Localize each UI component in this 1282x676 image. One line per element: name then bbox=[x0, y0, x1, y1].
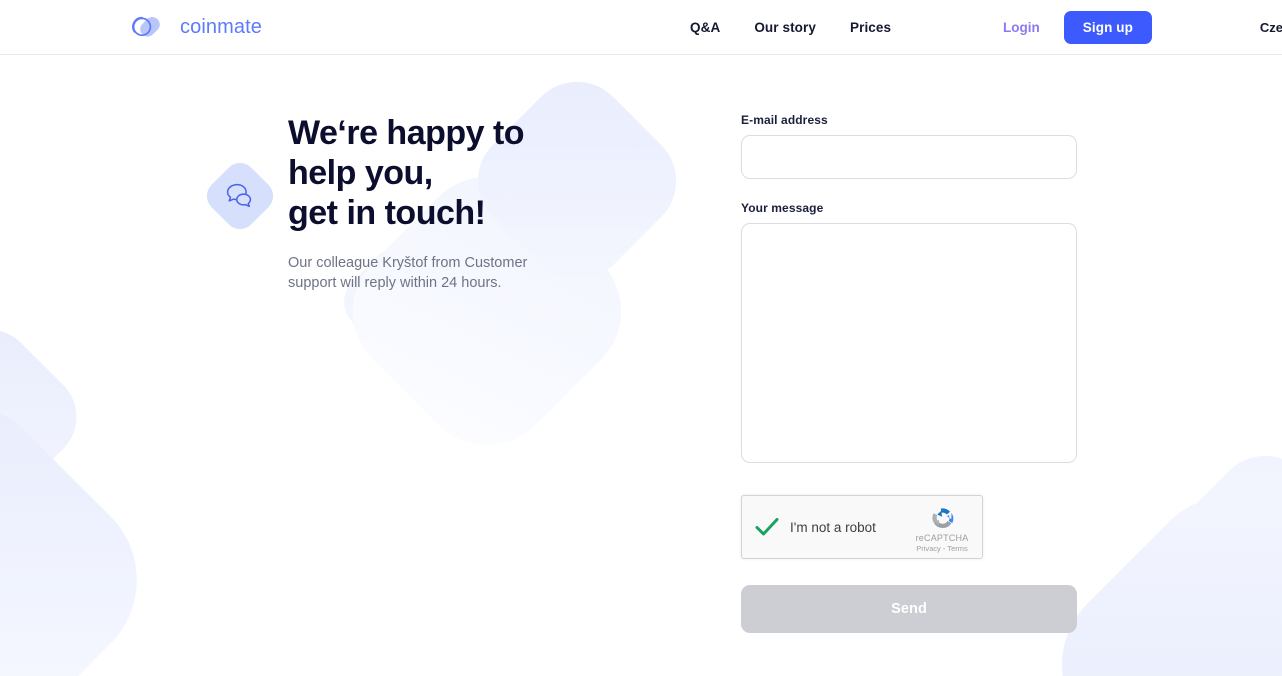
recaptcha-label: I'm not a robot bbox=[790, 519, 876, 535]
coinmate-logo-icon bbox=[130, 13, 172, 41]
brand-name: coinmate bbox=[180, 16, 262, 38]
page-main: We‘re happy to help you, get in touch! O… bbox=[0, 55, 1282, 676]
nav-item-qa[interactable]: Q&A bbox=[690, 20, 720, 35]
recaptcha-brand-name: reCAPTCHA bbox=[915, 533, 969, 543]
message-textarea[interactable] bbox=[741, 223, 1077, 463]
send-button[interactable]: Send bbox=[741, 585, 1077, 633]
message-label: Your message bbox=[741, 201, 824, 215]
auth-actions: Login Sign up Cze bbox=[1003, 0, 1282, 55]
sign-up-button[interactable]: Sign up bbox=[1063, 11, 1152, 44]
recaptcha-legal-links[interactable]: Privacy - Terms bbox=[911, 544, 973, 554]
email-field-block: E-mail address bbox=[741, 113, 1077, 179]
message-field-block: Your message bbox=[741, 201, 1077, 463]
hero-icon-glyph bbox=[212, 168, 268, 224]
email-input[interactable] bbox=[741, 135, 1077, 179]
contact-form: E-mail address Your message I'm not a ro… bbox=[741, 113, 1077, 633]
nav-item-prices[interactable]: Prices bbox=[850, 20, 891, 35]
brand-logo-link[interactable]: coinmate bbox=[130, 13, 262, 41]
login-link[interactable]: Login bbox=[1003, 20, 1040, 35]
email-label: E-mail address bbox=[741, 113, 828, 127]
language-label: Cze bbox=[1259, 20, 1282, 35]
hero-text: We‘re happy to help you, get in touch! O… bbox=[212, 113, 642, 293]
recaptcha-logo-icon bbox=[911, 503, 973, 533]
nav-item-our-story[interactable]: Our story bbox=[754, 20, 816, 35]
recaptcha-checkbox-checked-icon[interactable] bbox=[753, 513, 781, 541]
page-title: We‘re happy to help you, get in touch! bbox=[288, 114, 525, 232]
hero-section: We‘re happy to help you, get in touch! O… bbox=[200, 113, 642, 293]
chat-bubbles-icon bbox=[200, 156, 280, 236]
recaptcha-branding: reCAPTCHA Privacy - Terms bbox=[911, 503, 973, 554]
hero-subtitle: Our colleague Kryštof from Customer supp… bbox=[288, 255, 528, 291]
site-header: coinmate Q&A Our story Prices Login Sign… bbox=[0, 0, 1282, 55]
language-switcher[interactable]: Cze bbox=[1260, 0, 1282, 55]
main-navigation: Q&A Our story Prices bbox=[690, 0, 891, 55]
recaptcha-widget[interactable]: I'm not a robot reCAPTCHA Privacy - Term… bbox=[741, 495, 983, 559]
